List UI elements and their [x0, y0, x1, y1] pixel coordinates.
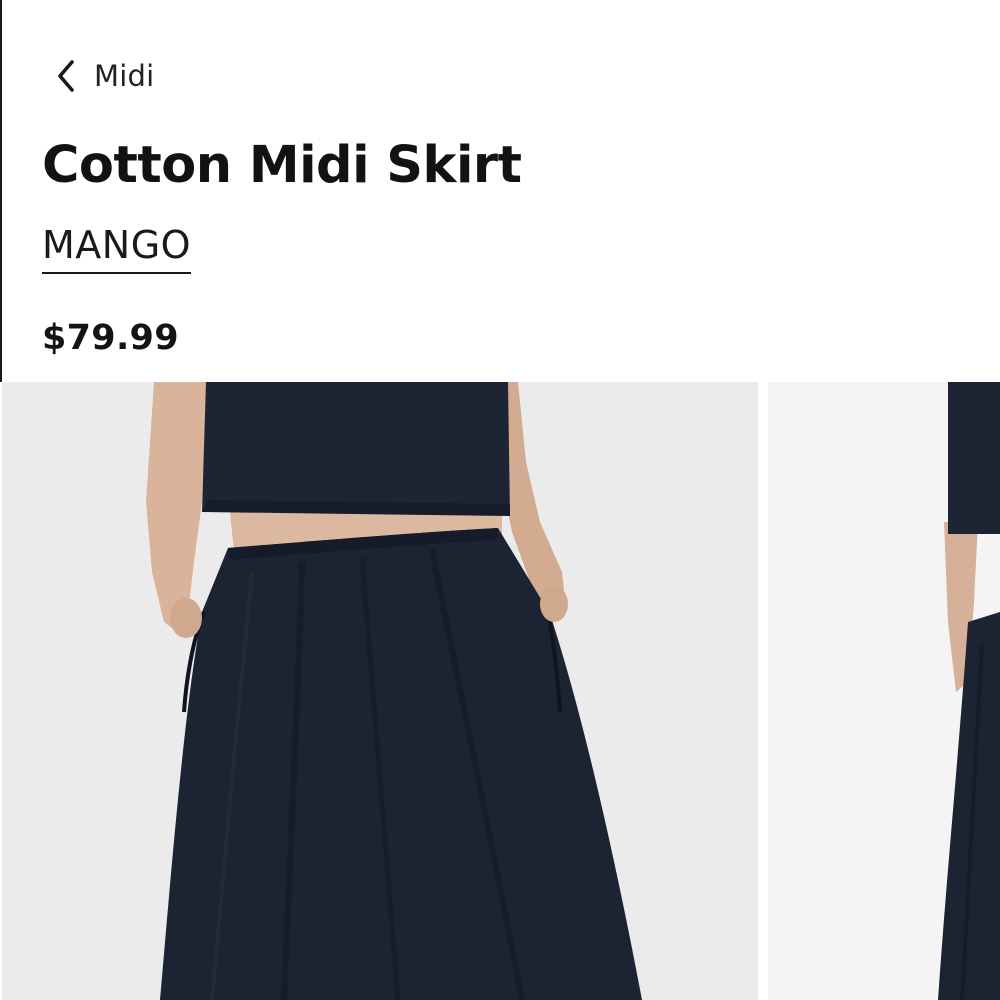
product-photo-front — [2, 382, 758, 1000]
product-price: $79.99 — [42, 318, 179, 358]
page-edge-divider — [0, 0, 2, 382]
back-link-label: Midi — [94, 59, 155, 93]
back-link[interactable]: Midi — [56, 52, 154, 100]
product-photo-side — [768, 382, 1000, 1000]
product-image-front[interactable] — [2, 382, 758, 1000]
chevron-left-icon — [56, 59, 76, 93]
product-title: Cotton Midi Skirt — [42, 136, 522, 195]
product-image-gallery[interactable] — [0, 382, 1000, 1000]
brand-link[interactable]: MANGO — [42, 222, 192, 274]
product-image-side[interactable] — [768, 382, 1000, 1000]
